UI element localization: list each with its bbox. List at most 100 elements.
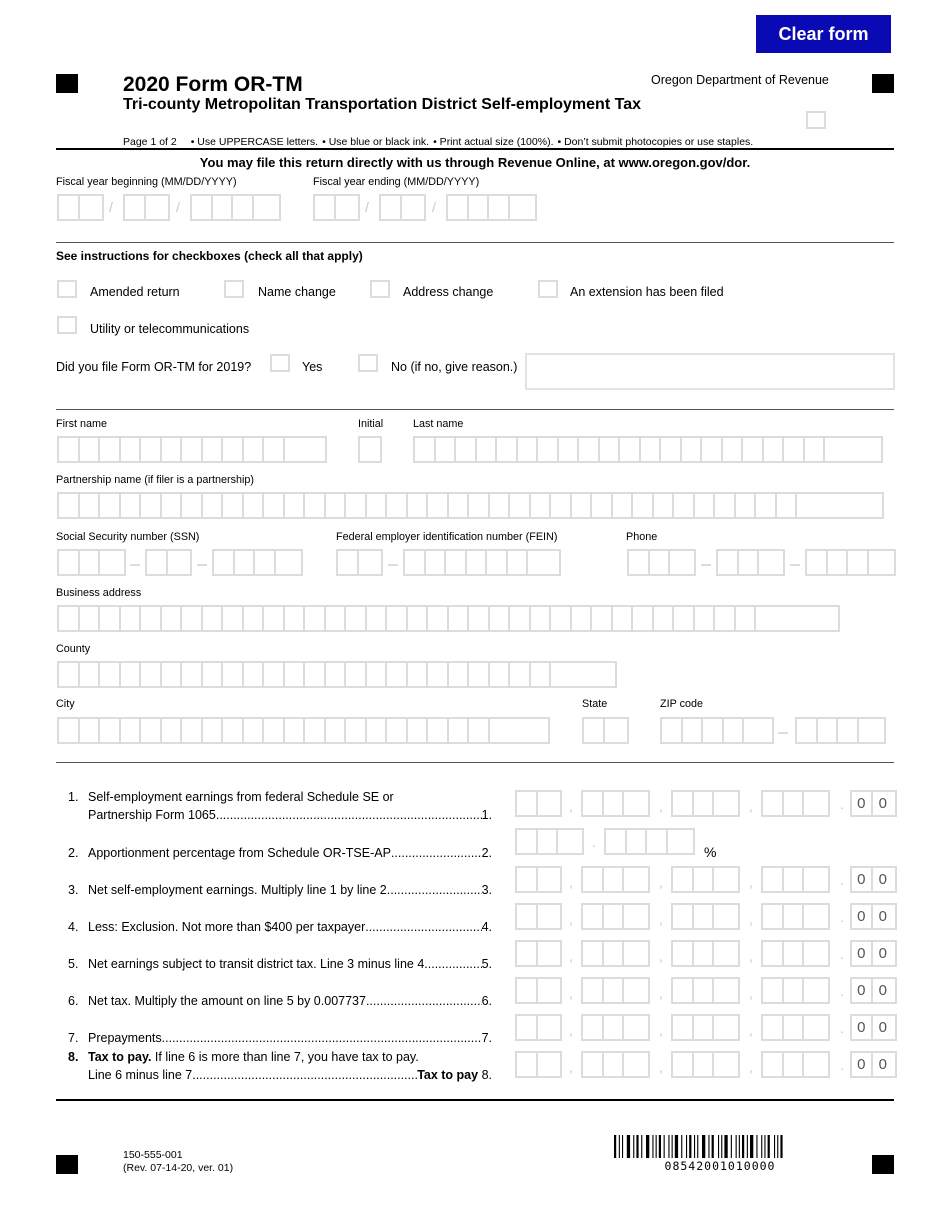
- fiscal-begin-month-cell[interactable]: [80, 196, 101, 219]
- phone-area-cell[interactable]: [670, 551, 691, 574]
- line-8-amount-group-1[interactable]: [515, 1051, 562, 1078]
- first-name-input-cell[interactable]: [244, 438, 264, 461]
- no-reason-input[interactable]: [525, 353, 895, 390]
- city-input-cell[interactable]: [285, 719, 305, 742]
- partnership-name-input-cell[interactable]: [182, 494, 203, 517]
- zip-plus4-input-cell[interactable]: [797, 719, 818, 742]
- ssn-part-2-cell[interactable]: [147, 551, 168, 574]
- county-input-cell[interactable]: [285, 663, 305, 686]
- partnership-name-input-cell[interactable]: [408, 494, 428, 517]
- line-8-amount-group-2-cell[interactable]: [583, 1053, 604, 1076]
- phone-area[interactable]: [627, 549, 696, 576]
- fein-part-2-cell[interactable]: [426, 551, 446, 574]
- partnership-name-input-cell[interactable]: [305, 494, 326, 517]
- business-address-input-cell[interactable]: [551, 607, 572, 630]
- partnership-name-input-cell[interactable]: [674, 494, 695, 517]
- business-address-input-cell[interactable]: [367, 607, 387, 630]
- fein-part-2-cell[interactable]: [467, 551, 487, 574]
- line-6-amount-group-3-cell[interactable]: [714, 979, 735, 1002]
- line-4-amount-cents-cell[interactable]: 0: [852, 905, 873, 928]
- city-input-cell[interactable]: [346, 719, 367, 742]
- line-5-amount-cents-cell[interactable]: 0: [852, 942, 873, 965]
- city-input-cell[interactable]: [469, 719, 490, 742]
- phone-prefix-cell[interactable]: [718, 551, 739, 574]
- county-input-cell[interactable]: [80, 663, 100, 686]
- business-address-input-cell[interactable]: [387, 607, 408, 630]
- line-5-amount-group-1-cell[interactable]: [538, 942, 559, 965]
- partnership-name-input-cell[interactable]: [469, 494, 490, 517]
- line-5-amount-group-4-cell[interactable]: [784, 942, 804, 965]
- county-input-cell[interactable]: [203, 663, 223, 686]
- phone-line-cell[interactable]: [807, 551, 828, 574]
- partnership-name-input-cell[interactable]: [264, 494, 285, 517]
- partnership-name-input-cell[interactable]: [326, 494, 346, 517]
- clear-form-button[interactable]: Clear form: [756, 15, 891, 53]
- line-3-amount-cents[interactable]: 00: [850, 866, 897, 893]
- last-name-input-cell[interactable]: [743, 438, 764, 461]
- city-input-cell[interactable]: [244, 719, 264, 742]
- last-name-input-cell[interactable]: [456, 438, 477, 461]
- zip-plus4-input[interactable]: [795, 717, 887, 744]
- county-input-cell[interactable]: [387, 663, 408, 686]
- business-address-input-cell[interactable]: [203, 607, 223, 630]
- city-input-cell[interactable]: [162, 719, 182, 742]
- county-input-cell[interactable]: [449, 663, 469, 686]
- partnership-name-input-cell[interactable]: [100, 494, 121, 517]
- phone-line-cell[interactable]: [848, 551, 869, 574]
- zip-input-cell[interactable]: [724, 719, 744, 742]
- last-name-input-cell[interactable]: [723, 438, 743, 461]
- last-name-input-cell[interactable]: [805, 438, 825, 461]
- fiscal-end-day-cell[interactable]: [402, 196, 423, 219]
- business-address-input-cell[interactable]: [715, 607, 736, 630]
- line-1-amount-group-1-cell[interactable]: [517, 792, 538, 815]
- address-change-checkbox[interactable]: [370, 280, 390, 298]
- city-input-cell[interactable]: [121, 719, 141, 742]
- partnership-name-input-cell[interactable]: [736, 494, 756, 517]
- line-5-amount-group-3-cell[interactable]: [673, 942, 694, 965]
- phone-area-cell[interactable]: [650, 551, 670, 574]
- line-6-amount-group-4-cell[interactable]: [784, 979, 804, 1002]
- county-input-cell[interactable]: [305, 663, 326, 686]
- partnership-name-input-cell[interactable]: [449, 494, 469, 517]
- ssn-part-3[interactable]: [212, 549, 304, 576]
- line-5-amount-cents[interactable]: 00: [850, 940, 897, 967]
- partnership-name-input-cell[interactable]: [223, 494, 244, 517]
- last-name-input-cell[interactable]: [620, 438, 641, 461]
- fiscal-begin-month-cell[interactable]: [59, 196, 80, 219]
- line-7-amount-cents-cell[interactable]: 0: [873, 1016, 894, 1039]
- partnership-name-input-cell[interactable]: [141, 494, 162, 517]
- county-input-cell[interactable]: [223, 663, 244, 686]
- ssn-part-1-cell[interactable]: [80, 551, 100, 574]
- line-6-amount-group-2[interactable]: [581, 977, 650, 1004]
- header-checkbox[interactable]: [806, 111, 826, 129]
- line-4-amount-cents-cell[interactable]: 0: [873, 905, 894, 928]
- business-address-input-cell[interactable]: [674, 607, 695, 630]
- line-4-amount-group-3-cell[interactable]: [673, 905, 694, 928]
- business-address-input-cell[interactable]: [490, 607, 510, 630]
- business-address-input-cell[interactable]: [346, 607, 367, 630]
- first-name-input-cell[interactable]: [223, 438, 244, 461]
- partnership-name-input-cell[interactable]: [244, 494, 264, 517]
- last-name-input-cell[interactable]: [702, 438, 723, 461]
- business-address-input-cell[interactable]: [736, 607, 756, 630]
- line-7-amount-cents-cell[interactable]: 0: [852, 1016, 873, 1039]
- line-8-amount-group-4-cell[interactable]: [784, 1053, 804, 1076]
- line-7-amount-group-4-cell[interactable]: [804, 1016, 825, 1039]
- last-name-input-cell[interactable]: [436, 438, 456, 461]
- partnership-name-input-cell[interactable]: [756, 494, 777, 517]
- line-1-amount-cents-cell[interactable]: 0: [873, 792, 894, 815]
- partnership-name-input-cell[interactable]: [572, 494, 592, 517]
- line-3-amount-group-1-cell[interactable]: [517, 868, 538, 891]
- line-5-amount-group-4-cell[interactable]: [763, 942, 784, 965]
- state-input-cell[interactable]: [605, 719, 626, 742]
- county-input-cell[interactable]: [469, 663, 490, 686]
- business-address-input-cell[interactable]: [80, 607, 100, 630]
- first-name-input-cell[interactable]: [80, 438, 100, 461]
- business-address-input-cell[interactable]: [59, 607, 80, 630]
- phone-area-cell[interactable]: [629, 551, 650, 574]
- first-name-input-cell[interactable]: [59, 438, 80, 461]
- fiscal-begin-day-cell[interactable]: [146, 196, 167, 219]
- line-4-amount-group-2[interactable]: [581, 903, 650, 930]
- line-5-amount-cents-cell[interactable]: 0: [873, 942, 894, 965]
- first-name-input-cell[interactable]: [264, 438, 285, 461]
